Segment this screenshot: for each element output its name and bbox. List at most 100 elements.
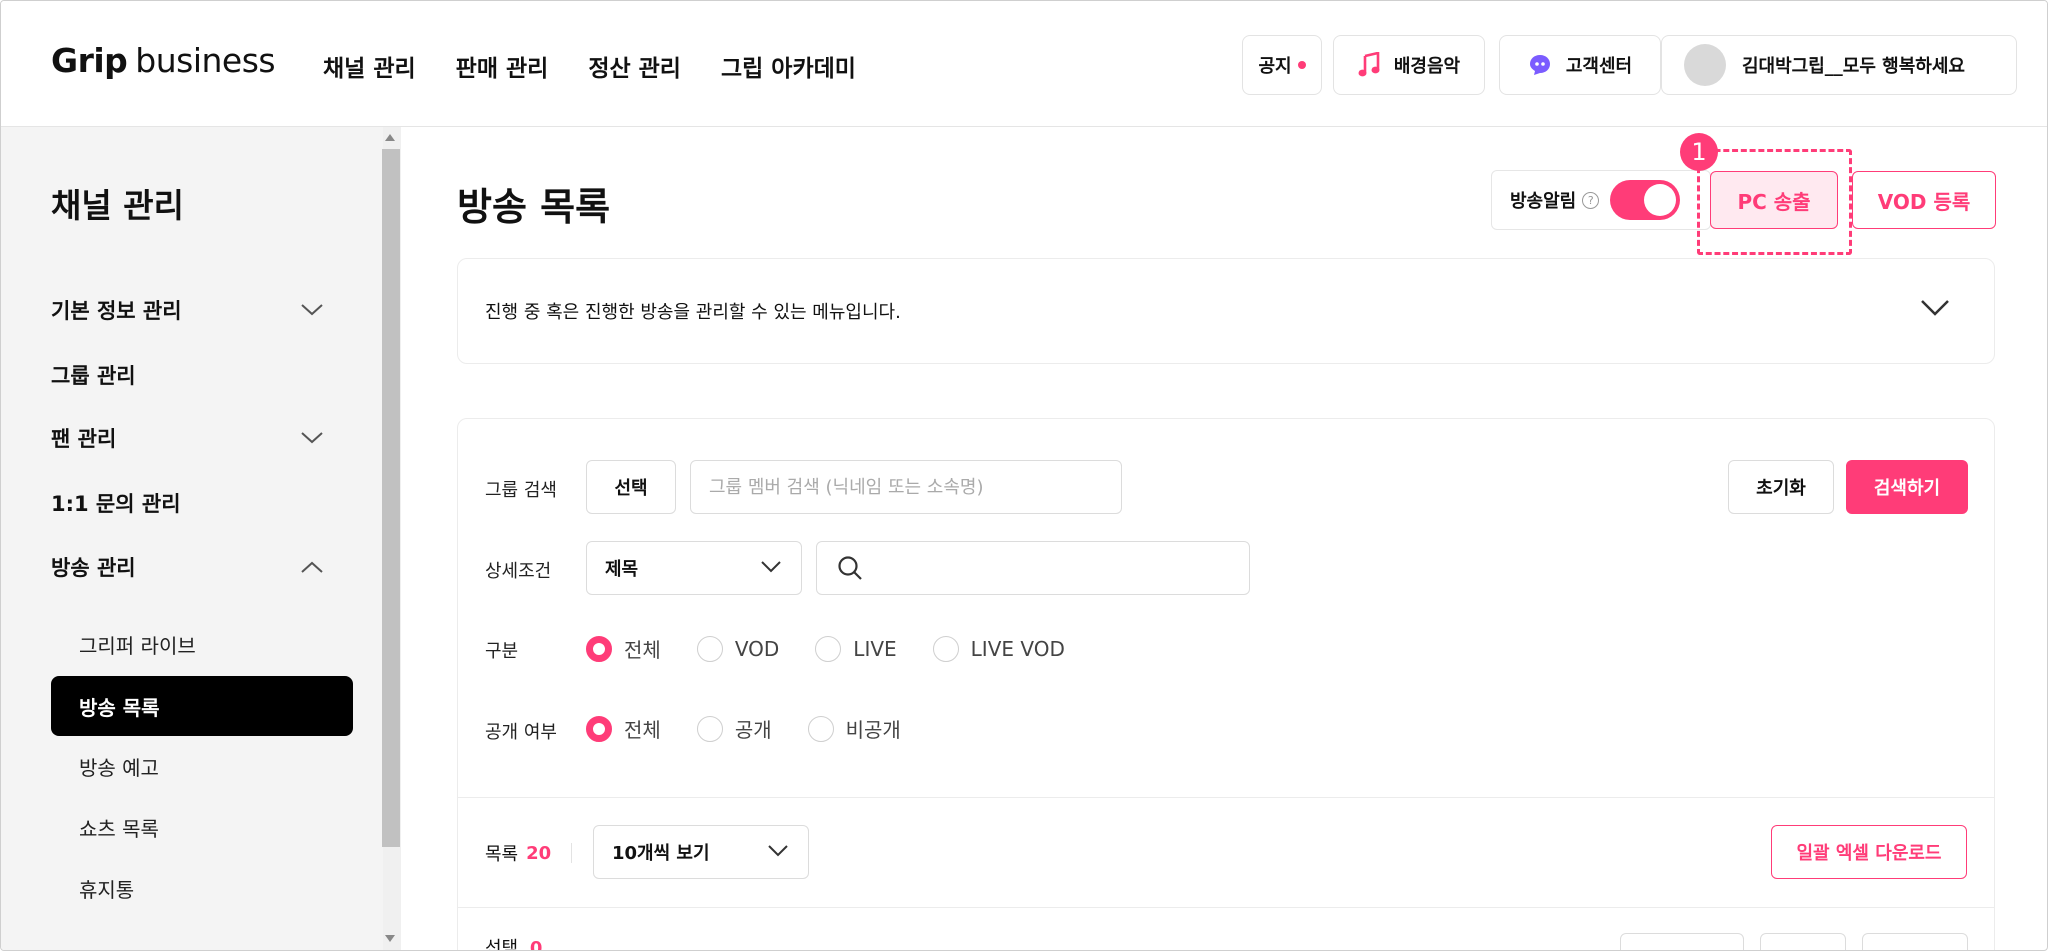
radio-label: LIVE VOD [970, 636, 1065, 661]
search-button[interactable]: 검색하기 [1846, 460, 1968, 514]
public-radio-public[interactable]: 공개 [696, 714, 772, 743]
top-header: Grip business 채널 관리 판매 관리 정산 관리 그립 아카데미 … [1, 1, 2047, 127]
sidebar-scroll-thumb[interactable] [382, 149, 400, 847]
sidebar-sub-gripper-live[interactable]: 그리퍼 라이브 [51, 614, 353, 674]
keyword-search-input[interactable] [816, 541, 1250, 595]
selected-count: 0 [529, 938, 543, 951]
chat-bot-icon [1529, 55, 1550, 75]
group-search-label: 그룹 검색 [485, 480, 557, 501]
sidebar-item-label: 그룹 관리 [51, 364, 136, 388]
menu-info-box[interactable]: 진행 중 혹은 진행한 방송을 관리할 수 있는 메뉴입니다. [457, 258, 1995, 364]
type-radio-all[interactable]: 전체 [586, 634, 661, 663]
support-button[interactable]: 고객센터 [1499, 35, 1661, 95]
notice-label: 공지 [1258, 56, 1292, 77]
nav-settlement[interactable]: 정산 관리 [588, 49, 681, 83]
public-radio-all[interactable]: 전체 [586, 714, 661, 743]
sidebar-sub-broadcast-list[interactable]: 방송 목록 [51, 676, 353, 736]
chevron-up-icon [301, 561, 323, 573]
action-button[interactable] [1620, 933, 1744, 950]
sidebar-item-basic-info[interactable]: 기본 정보 관리 [51, 295, 323, 325]
type-radio-live[interactable]: LIVE [815, 635, 897, 662]
list-label-text: 목록 [485, 844, 519, 865]
type-radio-live-vod[interactable]: LIVE VOD [932, 635, 1065, 662]
sidebar-item-fans[interactable]: 팬 관리 [51, 423, 323, 453]
type-label: 구분 [485, 641, 519, 662]
toggle-knob [1644, 184, 1676, 216]
detail-condition-dropdown[interactable]: 제목 [586, 541, 802, 595]
group-select-button[interactable]: 선택 [586, 460, 676, 514]
radio-circle [815, 635, 842, 662]
type-radio-group: 전체 VOD LIVE LIVE VOD [586, 634, 1101, 663]
panel-divider [458, 907, 1994, 908]
vertical-separator [571, 843, 572, 863]
annotation-highlight-box [1697, 149, 1852, 255]
radio-circle [696, 635, 723, 662]
sidebar-title: 채널 관리 [51, 186, 184, 225]
sidebar-item-inquiry[interactable]: 1:1 문의 관리 [51, 488, 323, 518]
scroll-up-arrow-icon[interactable] [385, 134, 395, 141]
main-nav: 채널 관리 판매 관리 정산 관리 그립 아카데미 [323, 49, 856, 83]
broadcast-alert-toggle-box: 방송알림 ? [1491, 170, 1711, 230]
user-profile-button[interactable]: 김대박그립__모두 행복하세요 [1661, 35, 2017, 95]
action-button[interactable] [1862, 933, 1968, 950]
sidebar-sub-shorts-list[interactable]: 쇼츠 목록 [51, 797, 353, 857]
logo-business: business [135, 41, 276, 80]
radio-label: 공개 [734, 718, 772, 742]
chevron-down-icon [301, 304, 323, 316]
search-icon [838, 556, 862, 580]
search-filter-panel: 그룹 검색 선택 초기화 검색하기 상세조건 제목 구분 전체 VOD LIVE… [457, 418, 1995, 951]
sidebar: 채널 관리 기본 정보 관리 그룹 관리 팬 관리 1:1 문의 관리 방송 관… [1, 127, 383, 950]
radio-circle [807, 715, 834, 742]
radio-circle [586, 635, 612, 662]
nav-sales[interactable]: 판매 관리 [456, 49, 549, 83]
page-size-dropdown[interactable]: 10개씩 보기 [593, 825, 809, 879]
page-title: 방송 목록 [457, 185, 611, 229]
sidebar-sub-broadcast-preview[interactable]: 방송 예고 [51, 736, 353, 796]
chevron-down-icon[interactable] [1920, 299, 1950, 317]
broadcast-alert-toggle[interactable] [1610, 180, 1680, 220]
sidebar-item-label: 기본 정보 관리 [51, 299, 182, 323]
help-icon[interactable]: ? [1582, 191, 1600, 209]
radio-label: 전체 [624, 718, 661, 742]
sidebar-sub-trash[interactable]: 휴지통 [51, 858, 353, 918]
nav-academy[interactable]: 그립 아카데미 [721, 49, 856, 83]
radio-label: 전체 [624, 638, 661, 662]
panel-divider [458, 797, 1994, 798]
notice-button[interactable]: 공지 [1242, 35, 1322, 95]
selected-label-text: 선택 [485, 938, 519, 951]
sidebar-item-label: 팬 관리 [51, 427, 117, 451]
chevron-down-icon [301, 432, 323, 444]
list-count-label: 목록 20 [485, 840, 551, 866]
public-status-label: 공개 여부 [485, 722, 557, 743]
sidebar-item-broadcast[interactable]: 방송 관리 [51, 552, 323, 582]
music-button[interactable]: 배경음악 [1333, 35, 1485, 95]
detail-condition-value: 제목 [605, 559, 639, 580]
scroll-down-arrow-icon[interactable] [385, 935, 395, 942]
sidebar-item-group[interactable]: 그룹 관리 [51, 360, 323, 390]
radio-label: LIVE [853, 636, 897, 661]
reset-button[interactable]: 초기화 [1728, 460, 1834, 514]
music-label: 배경음악 [1393, 56, 1461, 77]
chevron-down-icon [768, 845, 788, 857]
logo-grip: Grip [51, 41, 128, 80]
sidebar-item-label: 방송 관리 [51, 556, 136, 580]
music-note-icon [1358, 52, 1380, 77]
sidebar-item-label: 1:1 문의 관리 [51, 492, 181, 516]
action-button[interactable] [1760, 933, 1846, 950]
menu-info-text: 진행 중 혹은 진행한 방송을 관리할 수 있는 메뉴입니다. [485, 302, 901, 323]
group-member-search-input[interactable] [690, 460, 1122, 514]
grip-business-logo[interactable]: Grip business [51, 41, 276, 80]
selected-count-label: 선택 0 [485, 934, 543, 951]
bulk-excel-download-button[interactable]: 일괄 엑셀 다운로드 [1771, 825, 1967, 879]
app-window: Grip business 채널 관리 판매 관리 정산 관리 그립 아카데미 … [0, 0, 2048, 951]
page-size-value: 10개씩 보기 [612, 843, 710, 864]
avatar [1684, 44, 1726, 86]
user-name: 김대박그립__모두 행복하세요 [1742, 56, 1965, 77]
chevron-down-icon [761, 561, 781, 573]
type-radio-vod[interactable]: VOD [696, 635, 779, 662]
detail-condition-label: 상세조건 [485, 561, 552, 582]
public-radio-private[interactable]: 비공개 [807, 714, 901, 743]
nav-channel[interactable]: 채널 관리 [323, 49, 416, 83]
list-count: 20 [526, 842, 552, 864]
vod-register-button[interactable]: VOD 등록 [1852, 171, 1996, 229]
